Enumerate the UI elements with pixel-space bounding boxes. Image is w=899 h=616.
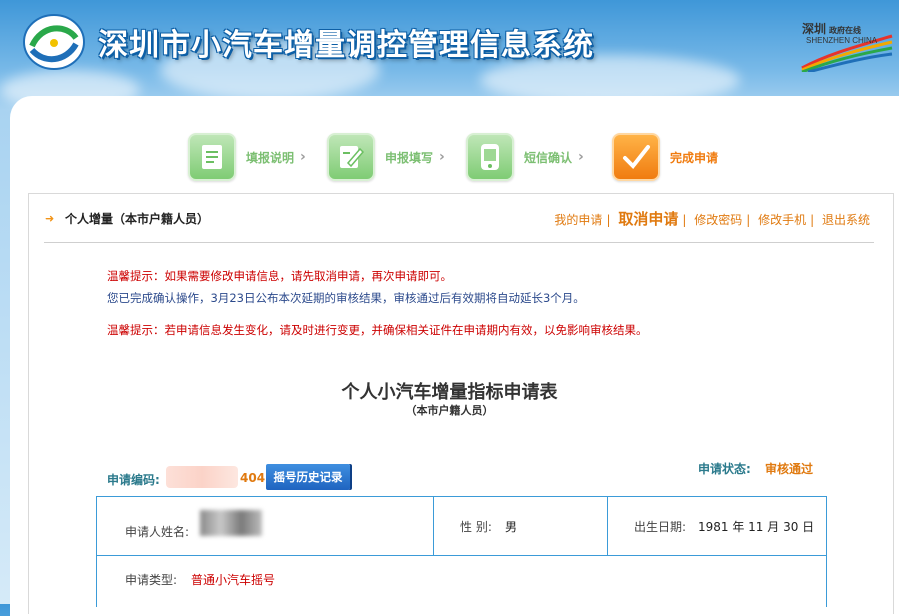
application-code-value: 404 xyxy=(240,471,266,485)
step-application-fill: 申报填写 › xyxy=(327,133,445,181)
redacted-name xyxy=(200,510,262,536)
step-sms-confirm: 短信确认 › xyxy=(466,133,584,181)
step-fill-instructions: 填报说明 › xyxy=(188,133,306,181)
cell-divider xyxy=(433,497,434,555)
chevron-right-icon: › xyxy=(439,149,445,165)
chevron-right-icon: › xyxy=(578,149,584,165)
step-label: 短信确认 xyxy=(524,150,573,165)
shenzhen-logo-english: SHENZHEN CHINA xyxy=(806,36,878,45)
form-subtitle: （本市户籍人员） xyxy=(405,404,494,417)
step-complete: 完成申请 xyxy=(612,133,718,181)
application-status-label: 申请状态: xyxy=(698,462,751,476)
redacted-code xyxy=(166,466,238,488)
change-password-link[interactable]: 修改密码 xyxy=(694,213,742,227)
applicant-name-label: 申请人姓名: xyxy=(125,525,190,539)
arrow-right-icon: ➜ xyxy=(45,212,55,225)
link-separator: | xyxy=(810,213,815,227)
edit-form-icon xyxy=(327,133,375,181)
system-title: 深圳市小汽车增量调控管理信息系统 xyxy=(98,28,594,63)
gender-value: 男 xyxy=(505,520,518,534)
top-links: 我的申请 | 取消申请 | 修改密码 | 修改手机 | 退出系统 xyxy=(554,208,870,229)
checkmark-icon xyxy=(612,133,660,181)
my-application-link[interactable]: 我的申请 xyxy=(554,213,602,227)
step-label: 申报填写 xyxy=(385,150,434,165)
divider xyxy=(44,242,874,243)
application-code-label: 申请编码: xyxy=(107,473,160,487)
step-label: 完成申请 xyxy=(670,150,719,165)
logout-link[interactable]: 退出系统 xyxy=(822,213,870,227)
chevron-right-icon: › xyxy=(300,149,306,165)
document-list-icon xyxy=(188,133,236,181)
lottery-history-button[interactable]: 摇号历史记录 xyxy=(266,464,350,490)
mobile-phone-icon xyxy=(466,133,514,181)
link-separator: | xyxy=(682,213,687,227)
traffic-logo-icon xyxy=(23,14,85,70)
form-title: 个人小汽车增量指标申请表 xyxy=(341,382,558,403)
application-type-label: 申请类型: xyxy=(125,573,178,587)
notice-cancel-tip: 温馨提示：如果需要修改申请信息，请先取消申请，再次申请即可。 xyxy=(107,269,452,283)
step-label: 填报说明 xyxy=(246,150,295,165)
application-status-value: 审核通过 xyxy=(765,462,814,476)
shenzhen-logo-text: 深圳 政府在线 xyxy=(802,22,862,36)
notice-extension-info: 您已完成确认操作，3月23日公布本次延期的审核结果，审核通过后有效期将自动延长3… xyxy=(107,291,585,305)
link-separator: | xyxy=(746,213,751,227)
cell-divider xyxy=(607,497,608,555)
change-phone-link[interactable]: 修改手机 xyxy=(758,213,806,227)
link-separator: | xyxy=(606,213,611,227)
notice-change-tip: 温馨提示：若申请信息发生变化，请及时进行变更，并确保相关证件在申请期内有效，以免… xyxy=(107,323,648,337)
birth-date-value: 1981 年 11 月 30 日 xyxy=(698,520,815,534)
application-type-value: 普通小汽车摇号 xyxy=(191,573,276,587)
gender-label: 性 别: xyxy=(460,520,492,534)
cancel-application-link[interactable]: 取消申请 xyxy=(618,210,678,228)
birth-date-label: 出生日期: xyxy=(634,520,687,534)
page-breadcrumb: 个人增量（本市户籍人员） xyxy=(65,212,210,226)
